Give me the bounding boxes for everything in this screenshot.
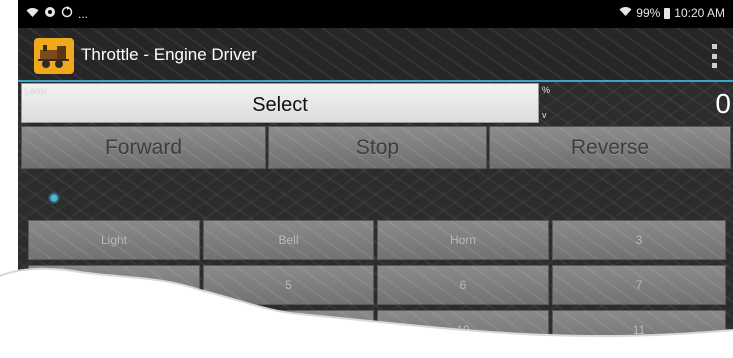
speed-units: % v xyxy=(542,84,551,120)
speed-value: 0 xyxy=(715,88,731,119)
overflow-menu-button[interactable] xyxy=(709,44,719,68)
function-button[interactable]: Light xyxy=(28,220,200,260)
app-title: Throttle - Engine Driver xyxy=(81,45,257,64)
function-button[interactable] xyxy=(203,310,374,350)
menu-dot xyxy=(711,63,717,68)
notification-ellipsis: ... xyxy=(78,6,89,21)
function-button[interactable]: 7 xyxy=(552,265,726,305)
throttle-screen: ... 99% 10:20 AM Throttle - Engine Drive… xyxy=(18,0,733,358)
battery-percent: 99% xyxy=(636,6,661,20)
speed-unit-v: v xyxy=(542,110,547,120)
function-button[interactable]: Horn xyxy=(377,220,549,260)
function-button[interactable]: 10 xyxy=(377,310,549,350)
function-button[interactable]: Bell xyxy=(203,220,374,260)
settings-icon xyxy=(44,6,56,21)
sync-icon xyxy=(61,6,73,21)
battery-icon xyxy=(664,7,671,19)
reverse-button[interactable]: Reverse xyxy=(489,126,731,169)
status-left: ... xyxy=(26,6,88,21)
menu-dot xyxy=(711,53,717,59)
speed-unit-percent: % xyxy=(542,85,551,95)
status-right: 99% 10:20 AM xyxy=(619,6,725,20)
function-button[interactable]: 6 xyxy=(377,265,549,305)
loco-select-button[interactable]: Loco: Select xyxy=(21,83,539,123)
wifi-icon xyxy=(26,7,39,21)
stop-button[interactable]: Stop xyxy=(268,126,487,169)
menu-dot xyxy=(711,44,717,49)
status-indicator-icon xyxy=(48,192,60,204)
forward-button[interactable]: Forward xyxy=(21,126,266,169)
function-button[interactable] xyxy=(28,265,200,305)
loco-select-text: Select xyxy=(252,94,308,116)
wifi-signal-icon xyxy=(619,6,632,20)
clock: 10:20 AM xyxy=(674,6,725,20)
function-button[interactable] xyxy=(28,310,200,350)
function-button[interactable]: 11 xyxy=(552,310,726,350)
function-button[interactable]: 5 xyxy=(203,265,374,305)
status-bar: ... 99% 10:20 AM xyxy=(18,0,733,28)
app-bar: Throttle - Engine Driver xyxy=(18,28,733,82)
function-button[interactable]: 3 xyxy=(552,220,726,260)
app-logo-icon xyxy=(34,38,74,74)
